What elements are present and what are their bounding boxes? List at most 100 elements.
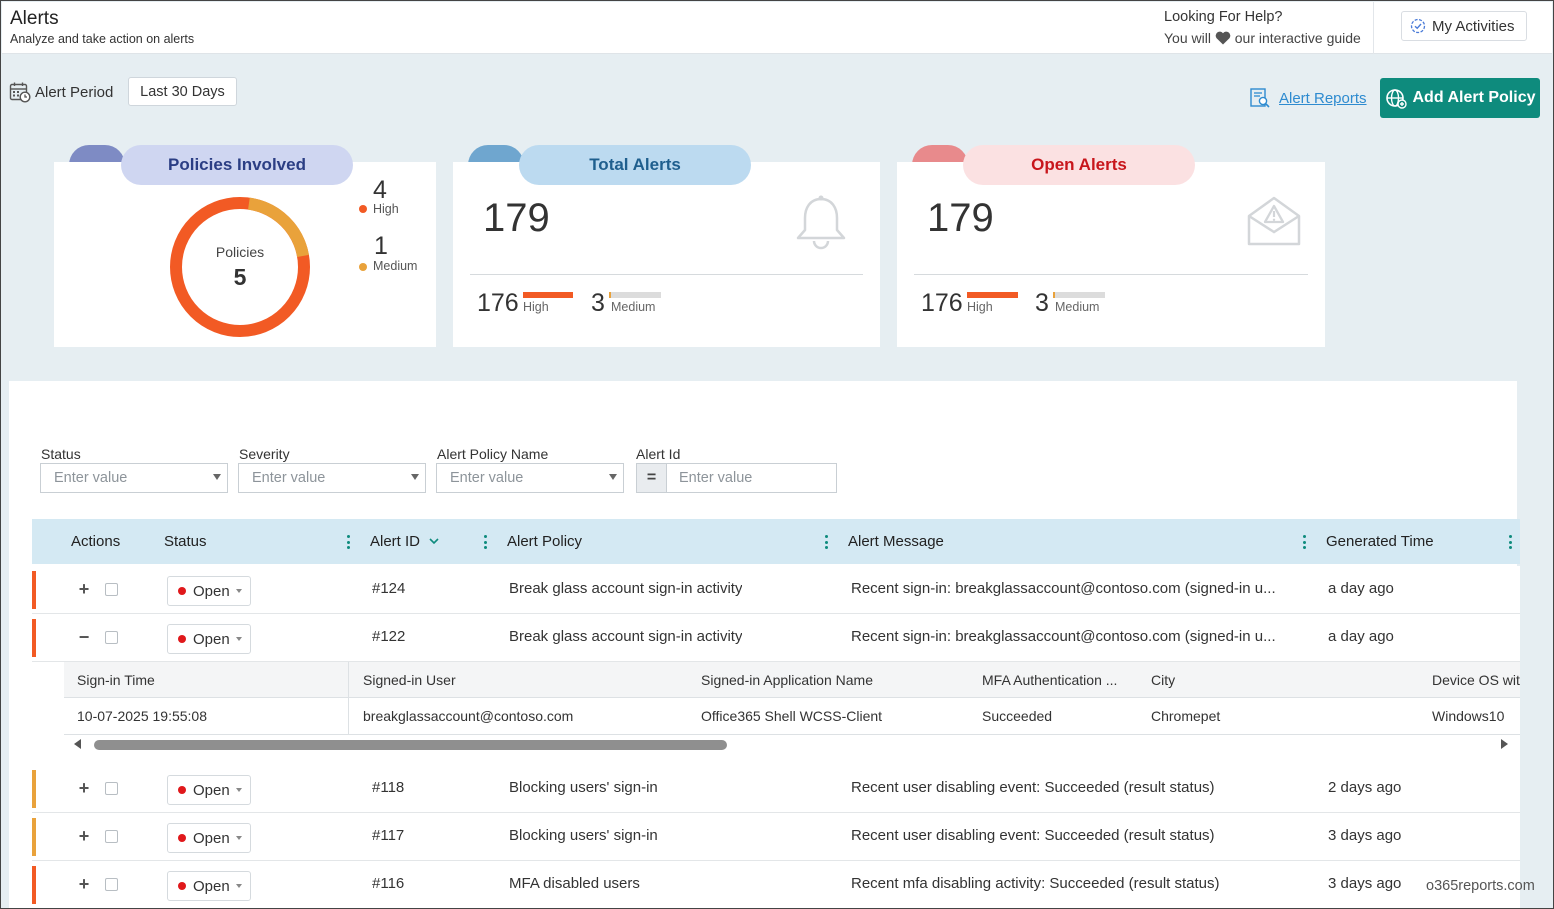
bell-icon [796, 195, 846, 250]
expand-row-icon[interactable]: + [78, 827, 90, 845]
status-value: Open [193, 630, 230, 648]
add-alert-policy-button[interactable]: Add Alert Policy [1380, 78, 1540, 118]
policy-filter-placeholder: Enter value [450, 470, 524, 486]
col-alert-policy[interactable]: Alert Policy [507, 533, 582, 550]
scroll-right-icon[interactable] [1501, 739, 1508, 749]
severity-flag-high [32, 619, 36, 657]
total-alerts-value: 179 [483, 196, 550, 240]
total-medium-label: Medium [611, 300, 656, 314]
alert-policy-cell: Break glass account sign-in activity [509, 628, 743, 645]
table-row[interactable]: + Open #117 Blocking users' sign-in Rece… [32, 813, 1520, 861]
detail-col-mfa: MFA Authentication ... [982, 672, 1118, 688]
col-status[interactable]: Status [164, 533, 207, 550]
severity-flag-high [32, 571, 36, 609]
total-alerts-title: Total Alerts [519, 145, 751, 185]
total-medium-bar-fill [609, 292, 611, 298]
open-high-count: 176 [921, 289, 963, 317]
alert-id-cell[interactable]: #122 [372, 628, 405, 645]
status-filter-input[interactable]: Enter value [40, 463, 228, 493]
detail-app: Office365 Shell WCSS-Client [701, 708, 883, 724]
status-value: Open [193, 582, 230, 600]
chevron-down-icon [213, 474, 221, 480]
status-dropdown[interactable]: Open [167, 624, 251, 654]
message-col-menu-icon[interactable] [1303, 535, 1306, 549]
chevron-down-icon [411, 474, 419, 480]
alert-id-cell[interactable]: #116 [372, 875, 404, 892]
chevron-down-icon [235, 884, 242, 888]
sort-desc-icon[interactable] [429, 538, 439, 545]
table-row[interactable]: − Open #122 Break glass account sign-in … [32, 614, 1520, 662]
alert-id-col-menu-icon[interactable] [484, 535, 487, 549]
app-frame: Alerts Analyze and take action on alerts… [0, 0, 1554, 909]
row-checkbox[interactable] [105, 830, 118, 843]
expand-row-icon[interactable]: + [78, 580, 90, 598]
generated-time-cell: 3 days ago [1328, 827, 1402, 844]
total-high-label: High [523, 300, 549, 314]
open-medium-label: Medium [1055, 300, 1100, 314]
row-checkbox[interactable] [105, 782, 118, 795]
alert-id-cell[interactable]: #117 [372, 827, 404, 844]
col-generated-time[interactable]: Generated Time [1326, 533, 1434, 550]
open-status-dot [178, 882, 186, 890]
policies-high-label: High [373, 202, 399, 216]
page-subtitle: Analyze and take action on alerts [10, 32, 195, 46]
policy-col-menu-icon[interactable] [825, 535, 828, 549]
severity-filter-input[interactable]: Enter value [238, 463, 426, 493]
alert-id-cell[interactable]: #118 [372, 779, 404, 796]
help-guide-link[interactable]: You will our interactive guide [1164, 30, 1361, 46]
time-col-menu-icon[interactable] [1509, 535, 1512, 549]
period-selector-button[interactable]: Last 30 Days [128, 77, 237, 106]
col-alert-message[interactable]: Alert Message [848, 533, 944, 550]
status-value: Open [193, 877, 230, 895]
policies-medium-label: Medium [373, 259, 418, 273]
status-dropdown[interactable]: Open [167, 576, 251, 606]
site-watermark: o365reports.com [1426, 878, 1535, 894]
expand-row-icon[interactable]: + [78, 875, 90, 893]
detail-row: 10-07-2025 19:55:08 breakglassaccount@co… [64, 698, 1520, 735]
chevron-down-icon [609, 474, 617, 480]
alert-reports-link[interactable]: Alert Reports [1249, 87, 1367, 109]
table-row[interactable]: + Open #116 MFA disabled users Recent mf… [32, 861, 1520, 908]
policies-involved-title: Policies Involved [121, 145, 353, 185]
chevron-down-icon [235, 589, 242, 593]
high-legend-dot [359, 205, 367, 213]
row-checkbox[interactable] [105, 583, 118, 596]
status-col-menu-icon[interactable] [347, 535, 350, 549]
alert-message-cell: Recent sign-in: breakglassaccount@contos… [851, 628, 1276, 645]
table-row[interactable]: + Open #118 Blocking users' sign-in Rece… [32, 765, 1520, 813]
my-activities-button[interactable]: My Activities [1401, 11, 1527, 41]
chevron-down-icon [235, 637, 242, 641]
open-status-dot [178, 786, 186, 794]
detail-header: Sign-in Time Signed-in User Signed-in Ap… [64, 662, 1520, 698]
calendar-clock-icon [9, 82, 31, 103]
policies-high-count: 4 [373, 176, 387, 204]
status-dropdown[interactable]: Open [167, 775, 251, 805]
status-dropdown[interactable]: Open [167, 823, 251, 853]
col-alert-id[interactable]: Alert ID [370, 533, 420, 550]
collapse-row-icon[interactable]: − [78, 628, 90, 646]
alert-policy-cell: MFA disabled users [509, 875, 640, 892]
expand-row-icon[interactable]: + [78, 779, 90, 797]
equals-operator-button[interactable]: = [636, 463, 667, 493]
row-checkbox[interactable] [105, 878, 118, 891]
report-search-icon [1250, 88, 1270, 108]
policy-filter-input[interactable]: Enter value [436, 463, 624, 493]
scroll-left-icon[interactable] [74, 739, 81, 749]
table-row[interactable]: + Open #124 Break glass account sign-in … [32, 566, 1520, 614]
alert-id-filter-input[interactable]: Enter value [666, 463, 837, 493]
open-medium-count: 3 [1035, 289, 1049, 317]
my-activities-label: My Activities [1432, 17, 1515, 35]
detail-user: breakglassaccount@contoso.com [363, 708, 574, 724]
status-dropdown[interactable]: Open [167, 871, 251, 901]
detail-horizontal-scrollbar[interactable] [64, 736, 1520, 752]
alert-id-filter-placeholder: Enter value [679, 470, 753, 486]
add-alert-policy-label: Add Alert Policy [1412, 89, 1536, 106]
row-checkbox[interactable] [105, 631, 118, 644]
alert-id-cell[interactable]: #124 [372, 580, 405, 597]
policies-medium-count: 1 [374, 232, 388, 260]
envelope-warning-icon [1247, 196, 1301, 246]
scrollbar-thumb[interactable] [94, 740, 727, 750]
alert-message-cell: Recent mfa disabling activity: Succeeded… [851, 875, 1220, 892]
open-alerts-card: 179 176 High 3 Medium [897, 162, 1325, 347]
total-medium-count: 3 [591, 289, 605, 317]
